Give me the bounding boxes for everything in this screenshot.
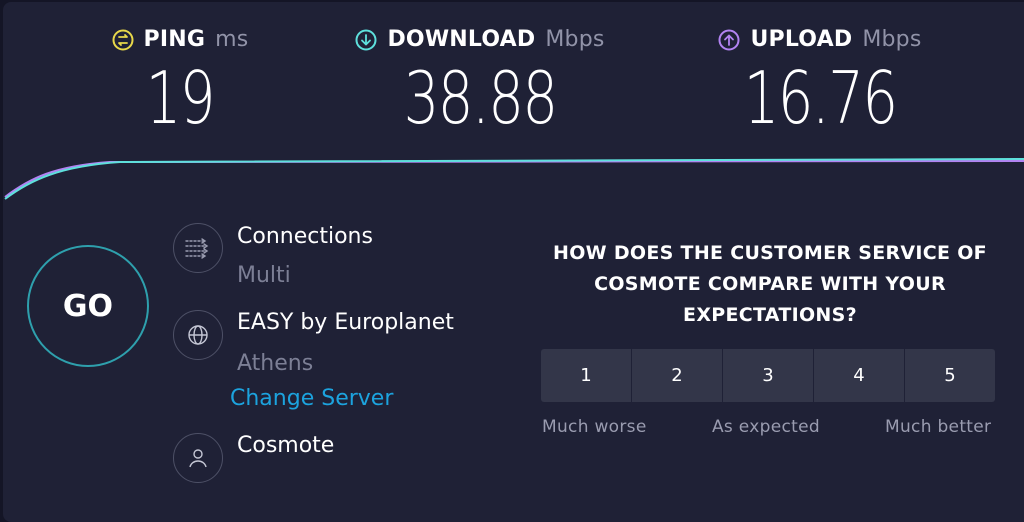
- upload-value: 16.76: [743, 56, 899, 140]
- upload-icon: [718, 29, 740, 50]
- user-icon: [173, 433, 223, 483]
- upload-label: UPLOAD: [750, 27, 853, 52]
- server-name: EASY by Europlanet: [237, 310, 454, 335]
- globe-icon: [173, 310, 223, 360]
- connections-icon: [173, 223, 223, 273]
- connections-value: Multi: [237, 263, 291, 288]
- ping-metric: PING ms 19: [105, 27, 255, 134]
- rating-button-5[interactable]: 5: [905, 349, 995, 402]
- provider-name: Cosmote: [237, 433, 335, 458]
- speed-graph: [4, 158, 1024, 200]
- download-icon: [355, 29, 377, 50]
- change-server-link[interactable]: Change Server: [230, 386, 393, 411]
- ping-unit: ms: [215, 27, 249, 52]
- upload-unit: Mbps: [862, 27, 922, 52]
- ping-label: PING: [143, 27, 206, 52]
- survey-question: HOW DOES THE CUSTOMER SERVICE OF COSMOTE…: [553, 242, 987, 326]
- connections-label: Connections: [237, 224, 373, 249]
- server-location: Athens: [237, 351, 314, 376]
- scale-mid-label: As expected: [712, 417, 820, 437]
- rating-button-4[interactable]: 4: [814, 349, 904, 402]
- go-button[interactable]: GO: [27, 245, 149, 367]
- scale-low-label: Much worse: [542, 417, 647, 437]
- ping-icon: [112, 29, 134, 50]
- ping-value: 19: [145, 56, 216, 140]
- download-unit: Mbps: [545, 27, 605, 52]
- upload-metric: UPLOAD Mbps 16.76: [705, 27, 935, 134]
- rating-button-2[interactable]: 2: [632, 349, 722, 402]
- upload-graph-line: [4, 160, 1024, 198]
- download-metric: DOWNLOAD Mbps 38.88: [345, 27, 615, 134]
- scale-high-label: Much better: [885, 417, 992, 437]
- download-graph-line: [4, 158, 1024, 200]
- rating-button-3[interactable]: 3: [723, 349, 813, 402]
- download-value: 38.88: [403, 56, 559, 140]
- rating-scale: 1 2 3 4 5: [541, 349, 995, 402]
- download-label: DOWNLOAD: [387, 27, 536, 52]
- rating-button-1[interactable]: 1: [541, 349, 631, 402]
